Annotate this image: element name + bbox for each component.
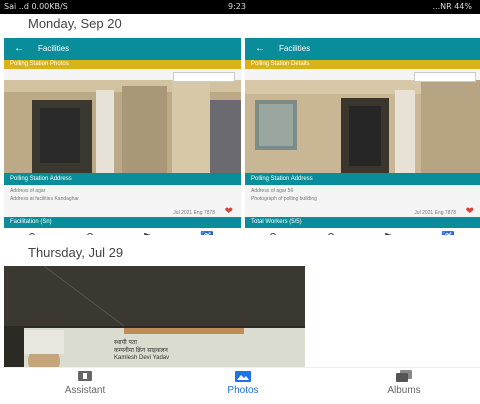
app-bar: ← Facilities [245,38,480,60]
date-header-sep-20: Monday, Sep 20 [28,16,122,31]
teal-label-strip: Polling Station Address [245,173,480,185]
person-icon: ⚑ [383,231,393,235]
description-line: Photograph of polling building [251,196,317,202]
meta-text: Jul 2021 Eng 7878 [414,210,456,216]
person-icon: ⚑ [142,231,152,235]
building-image [4,80,241,173]
app-bar: ← Facilities [4,38,241,60]
section-strip: Polling Station Details [245,60,480,69]
photo-thumbnail[interactable]: ← Facilities Polling Station Details Pol… [245,38,480,235]
nav-assistant[interactable]: Assistant [35,370,135,396]
meta-text: Jul 2021 Eng 7878 [173,210,215,216]
teal-label-strip-2: Facilitation (Sn) [4,217,241,228]
status-left: Sai ..d 0.00KB/S [4,2,68,11]
location-icon: ⚲ [327,231,335,235]
building-photo [245,80,480,173]
location-icon: ⚲ [28,231,36,235]
albums-icon [396,370,412,382]
watermark-box [414,72,476,82]
assistant-icon [78,371,92,381]
back-arrow-icon: ← [14,43,24,54]
description-line: Address at facilities Kandaghar [10,196,79,202]
description-line: Address of agar [10,188,46,194]
back-arrow-icon: ← [255,43,265,54]
teal-label-strip: Polling Station Address [4,173,241,185]
nav-photos[interactable]: Photos [193,370,293,396]
nav-albums-label: Albums [387,385,421,396]
nav-assistant-label: Assistant [64,385,106,396]
photo-thumbnail[interactable]: ← Facilities Polling Station Photos Poll… [4,38,241,235]
document-photo[interactable]: स्थायी पता कम्पनीमा क्रिंग साइकलन Kamles… [4,266,305,367]
bottom-navigation: Assistant Photos Albums [0,367,480,404]
location-icon: ⚲ [269,231,277,235]
heart-icon: ❤ [224,206,233,217]
icon-row: ⚲ ⚲ ⚑ ♿ [4,228,241,235]
wheelchair-icon: ♿ [441,231,455,235]
doc-line: कम्पनीमा क्रिंग साइकलन [114,347,168,354]
section-strip: Polling Station Photos [4,60,241,69]
watermark-box [173,72,235,82]
nav-photos-label: Photos [227,385,259,396]
icon-row: ⚲ ⚲ ⚑ ♿ [245,228,480,235]
status-time: 9:23 [228,2,246,11]
doc-line: स्थायी पता [114,339,137,346]
wheelchair-icon: ♿ [200,231,214,235]
photos-icon [235,371,251,382]
teal-label-strip-2: Total Workers (5/5) [245,217,480,228]
heart-icon: ❤ [465,206,474,217]
app-title: Facilities [279,44,311,53]
status-right: ...NR 44% [432,2,473,11]
building-image [245,80,480,173]
status-bar: Sai ..d 0.00KB/S 9:23 ...NR 44% [0,0,480,14]
description-line: Address of agar 56 [251,188,294,194]
app-title: Facilities [38,44,70,53]
date-header-jul-29: Thursday, Jul 29 [28,245,124,260]
doc-line: Kamlesh Devi Yadav [114,355,170,361]
nav-albums[interactable]: Albums [354,370,454,396]
location-icon: ⚲ [86,231,94,235]
building-photo [4,80,241,173]
